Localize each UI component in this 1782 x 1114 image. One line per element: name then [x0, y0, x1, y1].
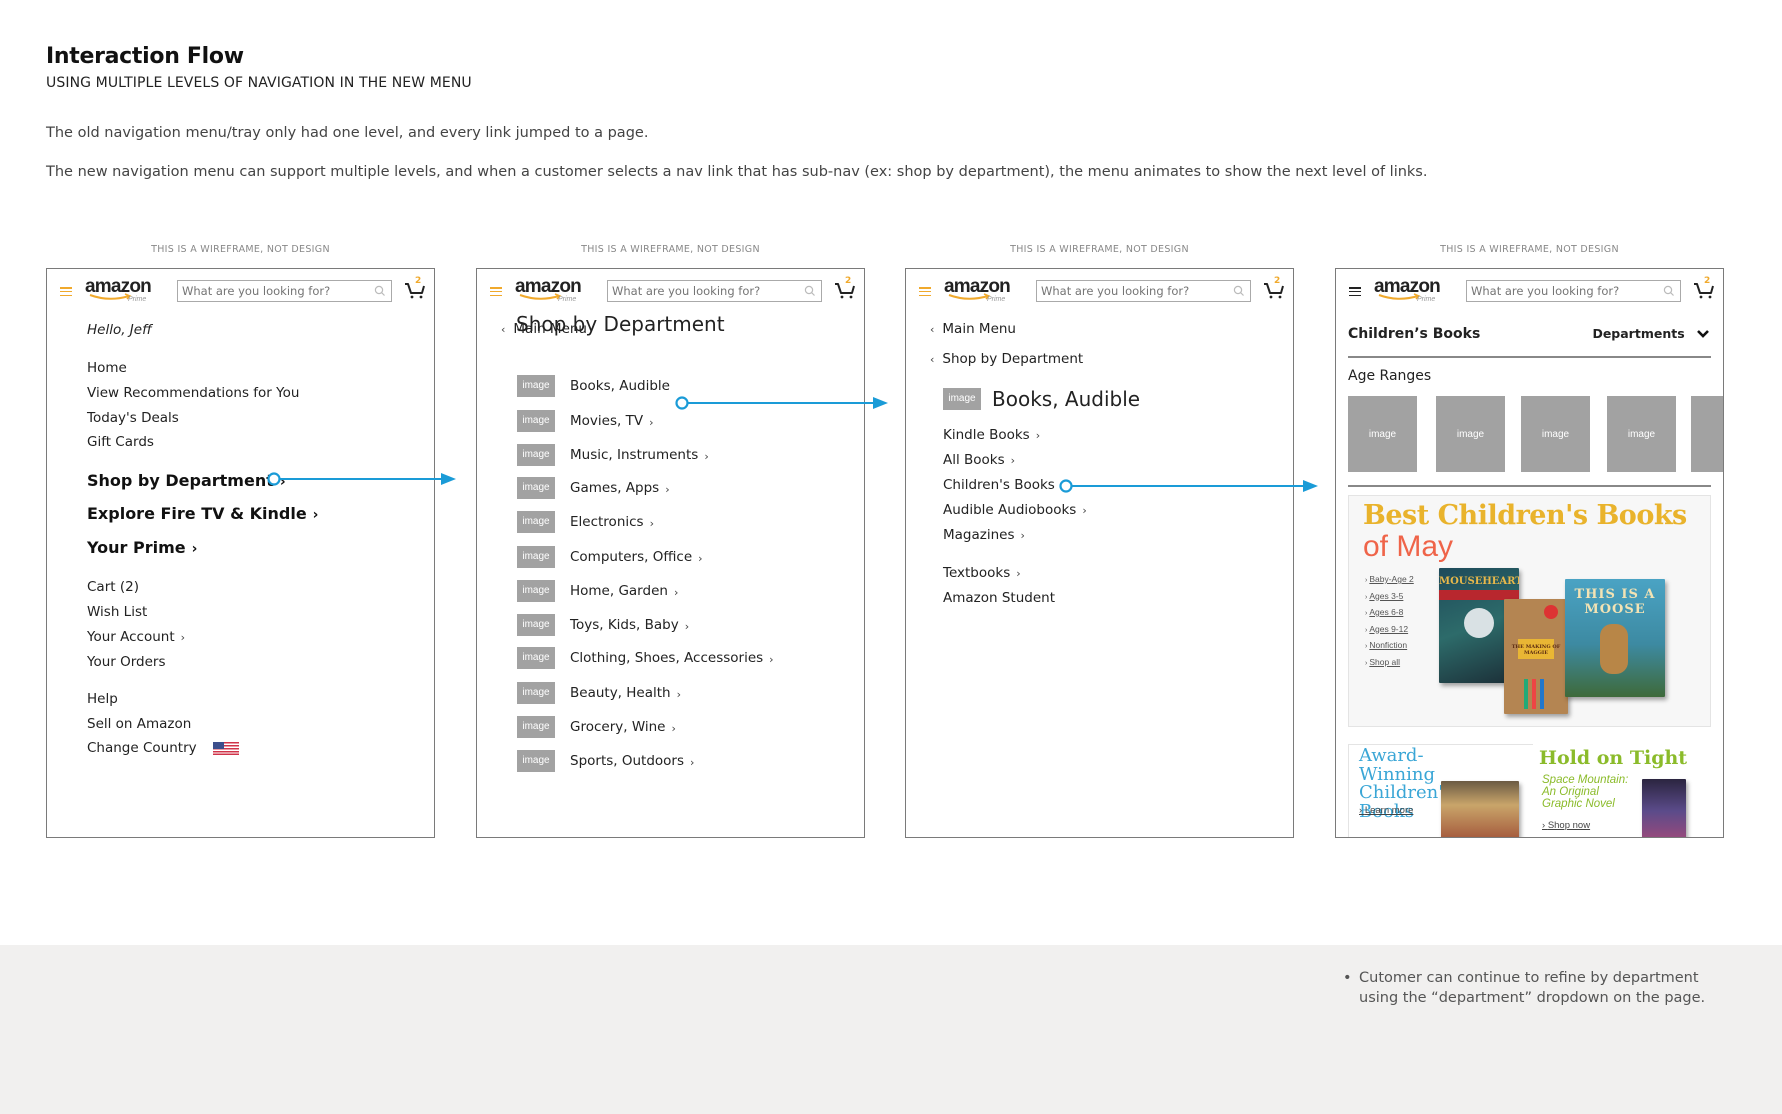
bullet: • [1343, 970, 1352, 986]
flow-arrow-1 [267, 472, 456, 486]
flow-arrow-3 [1059, 479, 1318, 493]
flow-arrow-2 [675, 396, 888, 410]
